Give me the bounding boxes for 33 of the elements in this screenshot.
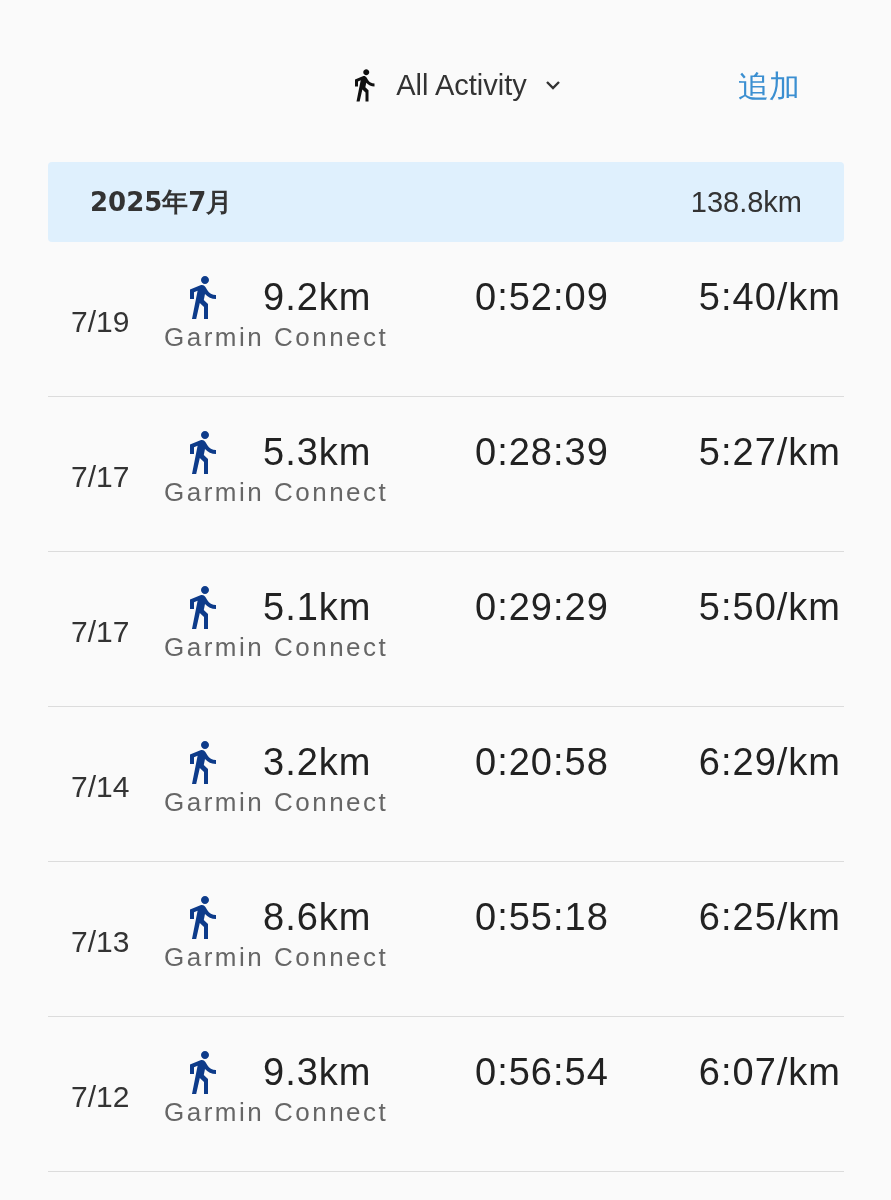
- activity-duration: 0:56:54: [475, 1050, 609, 1094]
- activity-date: 7/17: [71, 615, 131, 649]
- activity-source: Garmin Connect: [164, 787, 390, 818]
- activity-pace: 5:50/km: [698, 585, 841, 629]
- activity-source: Garmin Connect: [164, 942, 390, 973]
- activity-duration: 0:28:39: [475, 430, 609, 474]
- activity-date: 7/13: [71, 925, 131, 959]
- activity-distance: 3.2km: [263, 740, 372, 784]
- activity-distance: 9.2km: [263, 275, 372, 319]
- activity-distance: 5.3km: [263, 430, 372, 474]
- activity-pace: 6:25/km: [698, 895, 841, 939]
- activity-pace: 6:29/km: [698, 740, 841, 784]
- activity-distance: 8.6km: [263, 895, 372, 939]
- activity-filter-dropdown[interactable]: All Activity: [346, 67, 565, 103]
- activity-date: 7/12: [71, 1080, 131, 1114]
- month-label: 2025年7月: [90, 185, 233, 219]
- activity-pace: 6:07/km: [698, 1050, 841, 1094]
- month-total-distance: 138.8km: [690, 185, 802, 219]
- activity-source: Garmin Connect: [164, 632, 390, 663]
- activity-source: Garmin Connect: [164, 1097, 390, 1128]
- activity-duration: 0:55:18: [475, 895, 609, 939]
- activity-duration: 0:52:09: [475, 275, 609, 319]
- activity-source: Garmin Connect: [164, 322, 390, 353]
- activity-pace: 5:27/km: [698, 430, 841, 474]
- activity-distance: 9.3km: [263, 1050, 372, 1094]
- activity-duration: 0:20:58: [475, 740, 609, 784]
- activity-date: 7/19: [71, 305, 131, 339]
- activity-duration: 0:29:29: [475, 585, 609, 629]
- activity-date: 7/14: [71, 770, 131, 804]
- activity-source: Garmin Connect: [164, 477, 390, 508]
- activity-distance: 5.1km: [263, 585, 372, 629]
- activity-pace: 5:40/km: [698, 275, 841, 319]
- activity-date: 7/17: [71, 460, 131, 494]
